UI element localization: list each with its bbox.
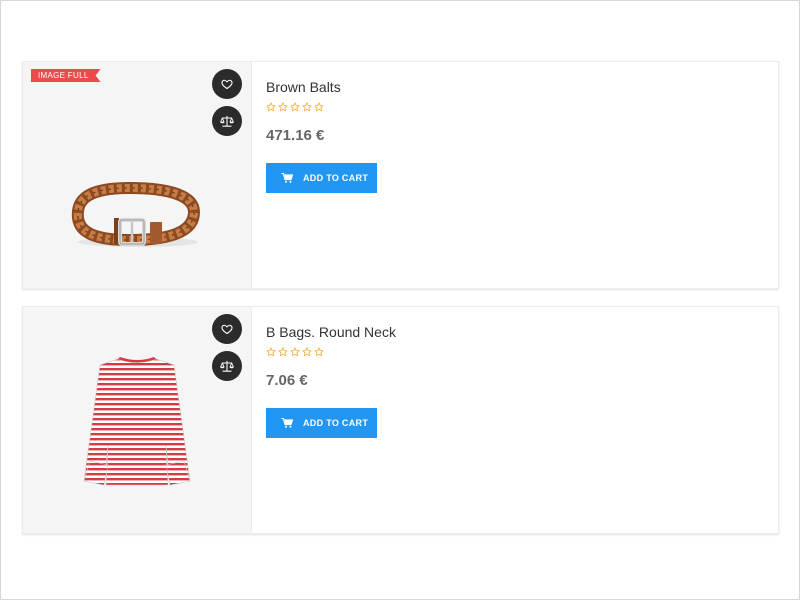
star-outline-icon (314, 347, 324, 357)
product-image-area[interactable] (23, 307, 252, 533)
braided-belt-image (71, 182, 200, 247)
compare-button[interactable] (212, 351, 242, 381)
rating-stars (266, 347, 324, 357)
wishlist-button[interactable] (212, 314, 242, 344)
scale-icon (220, 115, 234, 127)
star-outline-icon (266, 102, 276, 112)
add-to-cart-label: ADD TO CART (303, 173, 369, 183)
product-card: IMAGE FULL Brown Balts 471.16 € ADD TO C… (22, 61, 779, 289)
add-to-cart-button[interactable]: ADD TO CART (266, 163, 377, 193)
star-outline-icon (278, 347, 288, 357)
star-outline-icon (266, 347, 276, 357)
product-card: B Bags. Round Neck 7.06 € ADD TO CART (22, 306, 779, 534)
heart-icon (221, 324, 233, 335)
product-name[interactable]: B Bags. Round Neck (266, 324, 396, 340)
star-outline-icon (290, 347, 300, 357)
add-to-cart-label: ADD TO CART (303, 418, 369, 428)
star-outline-icon (290, 102, 300, 112)
product-price: 7.06 € (266, 372, 308, 389)
wishlist-button[interactable] (212, 69, 242, 99)
heart-icon (221, 79, 233, 90)
cart-icon (281, 418, 293, 428)
add-to-cart-button[interactable]: ADD TO CART (266, 408, 377, 438)
rating-stars (266, 102, 324, 112)
product-name[interactable]: Brown Balts (266, 79, 341, 95)
cart-icon (281, 173, 293, 183)
product-price: 471.16 € (266, 127, 325, 144)
scale-icon (220, 360, 234, 372)
star-outline-icon (278, 102, 288, 112)
star-outline-icon (314, 102, 324, 112)
image-full-badge: IMAGE FULL (31, 69, 101, 82)
compare-button[interactable] (212, 106, 242, 136)
striped-top-image (83, 357, 191, 486)
product-image-area[interactable]: IMAGE FULL (23, 62, 252, 288)
star-outline-icon (302, 347, 312, 357)
star-outline-icon (302, 102, 312, 112)
